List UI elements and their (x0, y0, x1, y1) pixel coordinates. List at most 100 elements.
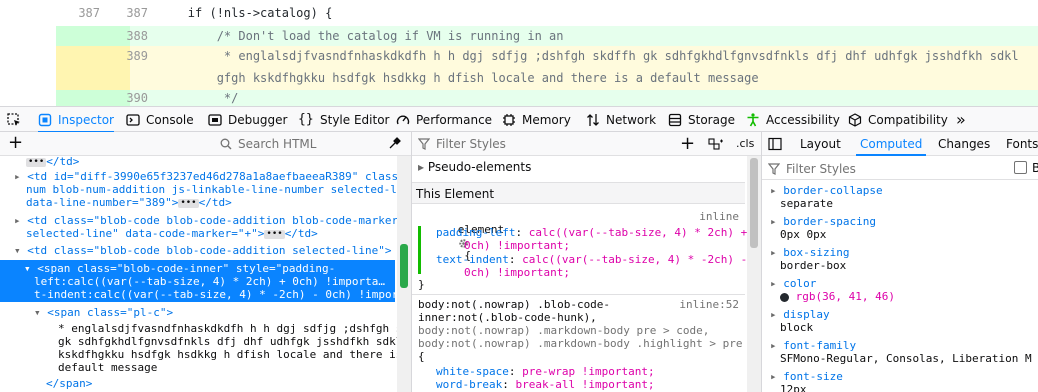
markup-node-selected[interactable]: ▾ <span class="blob-code-inner" style="p… (24, 262, 411, 275)
markup-node-wrap: data-line-number="389"> ••• </td> (26, 196, 232, 209)
diff-view: 387 387 if (!nls->catalog) { 388 /* Don'… (0, 0, 1038, 106)
toggle-pseudo-classes-icon[interactable] (708, 137, 724, 154)
sidebar-tabs: Layout Computed Changes Fonts (762, 132, 1038, 156)
rule-selector: inner:not(.blob-code-hunk), (418, 311, 597, 324)
tab-label: Accessibility (766, 112, 840, 127)
markup-node-wrap: selected-line" data-code-marker="+"> ••• <… (26, 227, 318, 240)
tab-label: Performance (416, 112, 493, 127)
code-line: if (!nls->catalog) { (130, 6, 333, 20)
filter-styles-input[interactable]: Filter Styles (768, 162, 856, 176)
network-arrows-icon (587, 113, 599, 126)
computed-panel: Layout Computed Changes Fonts Filter Sty… (762, 132, 1038, 392)
computed-prop[interactable]: ▸ border-spacing (770, 215, 876, 228)
tab-inspector[interactable]: Inspector (38, 107, 114, 133)
markup-node[interactable]: </span> (46, 377, 411, 390)
tab-memory[interactable]: Memory (502, 107, 571, 132)
scrollbar-thumb[interactable] (400, 244, 408, 288)
declaration[interactable]: word-break: break-all !important; (436, 378, 655, 391)
scrollbar-thumb[interactable] (750, 158, 758, 248)
markup-node[interactable]: ••• </td> (26, 155, 411, 168)
search-html-input[interactable]: Search HTML (220, 137, 316, 151)
collapsed-ellipsis[interactable]: ••• (178, 198, 199, 208)
more-tools-chevron-icon[interactable]: » (956, 107, 966, 132)
rules-scrollbar[interactable] (747, 156, 761, 392)
tab-compatibility[interactable]: Compatibility (848, 107, 948, 132)
tab-debugger[interactable]: Debugger (208, 107, 287, 132)
markup-node-wrap: num blob-num-addition js-linkable-line-n… (26, 183, 412, 196)
filter-icon (418, 138, 430, 150)
code-line: */ (130, 91, 239, 105)
tab-label: Console (146, 112, 194, 127)
tab-network[interactable]: Network (586, 107, 656, 132)
text-node-wrap: kskdfhgkku hsdfgk hsdkkg h dfish locale … (58, 348, 412, 361)
markup-scrollbar[interactable] (397, 156, 411, 392)
rule-source[interactable]: inline (699, 210, 739, 223)
browser-styles-checkbox[interactable] (1014, 161, 1027, 174)
tab-layout[interactable]: Layout (800, 132, 841, 156)
declaration[interactable]: text-indent: calc((var(--tab-size, 4) * … (436, 253, 747, 266)
inspector-icon (38, 113, 52, 126)
tab-computed[interactable]: Computed (855, 132, 927, 156)
console-icon (126, 113, 140, 126)
old-line-number[interactable]: 387 (48, 0, 100, 26)
computed-prop[interactable]: ▸ border-collapse (770, 184, 883, 197)
tab-label: Network (606, 112, 657, 127)
computed-value: 12px (780, 383, 807, 392)
pick-element-icon[interactable] (6, 107, 22, 132)
markup-node-wrap: t-indent:calc((var(--tab-size, 4) * -2ch… (34, 288, 412, 301)
gauge-icon (396, 115, 410, 124)
browser-styles-label: B (1032, 161, 1038, 175)
tab-storage[interactable]: Storage (668, 107, 735, 132)
tab-console[interactable]: Console (126, 107, 194, 132)
collapsed-ellipsis[interactable]: ••• (26, 157, 47, 167)
cls-toggle[interactable]: .cls (736, 137, 754, 150)
color-swatch[interactable] (780, 292, 789, 302)
declaration-wrap: 0ch) !important; (464, 266, 570, 279)
markup-node[interactable]: ▾ <span class="pl-c"> (34, 306, 411, 319)
tab-style-editor[interactable]: {} Style Editor (298, 107, 389, 132)
rule-source[interactable]: inline:52 (679, 298, 739, 311)
computed-prop[interactable]: ▸ display (770, 308, 830, 321)
text-node-wrap: default message (58, 361, 158, 374)
eyedropper-icon[interactable] (388, 136, 402, 153)
pseudo-elements-toggle[interactable]: ▸ Pseudo-elements (418, 160, 761, 180)
toggle-sidebar-icon[interactable] (768, 137, 782, 154)
computed-prop[interactable]: ▸ font-family (770, 339, 856, 352)
tab-accessibility[interactable]: Accessibility (746, 107, 840, 132)
filter-icon (768, 163, 780, 175)
code-line: * englalsdjfvasndfnhaskdkdfh h h dgj sdf… (130, 49, 1019, 63)
markup-node[interactable]: ▾ <td class="blob-code blob-code-additio… (14, 244, 411, 257)
declaration[interactable]: white-space: pre-wrap !important; (436, 365, 655, 378)
rule-selector: body:not(.nowrap) .markdown-body pre > c… (418, 324, 710, 337)
declaration-wrap: 0ch) !important; (464, 239, 570, 252)
markup-node[interactable]: ▸ <td class="blob-code blob-code-additio… (14, 214, 411, 227)
tab-changes[interactable]: Changes (938, 132, 990, 156)
tab-performance[interactable]: Performance (396, 107, 492, 132)
code-line: /* Don't load the catalog if VM is runni… (130, 29, 564, 43)
computed-prop[interactable]: ▸ box-sizing (770, 246, 849, 259)
computed-value: 0px 0px (780, 228, 827, 241)
computed-filter-bar: Filter Styles B (762, 156, 1038, 180)
braces-icon: {} (298, 111, 314, 127)
storage-icon (668, 113, 682, 126)
this-element-header: This Element (412, 182, 745, 204)
computed-value: SFMono-Regular, Consolas, Liberation Mon… (780, 352, 1032, 365)
declaration[interactable]: padding-left: calc((var(--tab-size, 4) *… (436, 226, 747, 239)
tab-label: Inspector (58, 112, 114, 127)
filter-styles-input[interactable]: Filter Styles (418, 137, 506, 151)
tab-fonts[interactable]: Fonts (1006, 132, 1038, 156)
tab-label: Debugger (228, 112, 288, 127)
add-node-plus-icon[interactable]: + (8, 134, 23, 152)
rule-open-brace: { (418, 350, 425, 363)
text-node-wrap: gk sdhfgkhdlfgnvsdfnkls dfj dhf udhfgk j… (58, 335, 412, 348)
markup-node[interactable]: ▸ <td id="diff-3990e65f3237ed46d278a1a8a… (14, 170, 411, 183)
diff-line-389: 389 * englalsdjfvasndfnhaskdkdfh h h dgj… (0, 46, 1038, 90)
collapsed-ellipsis[interactable]: ••• (264, 229, 285, 239)
computed-prop[interactable]: ▸ color (770, 277, 816, 290)
add-rule-plus-icon[interactable]: + (680, 133, 695, 154)
text-node[interactable]: * englalsdjfvasndfnhaskdkdfh h h dgj sdf… (58, 322, 411, 335)
tab-label: Storage (688, 112, 735, 127)
rule-selector[interactable]: body:not(.nowrap) .blob-code- (418, 298, 610, 311)
computed-prop[interactable]: ▸ font-size (770, 370, 843, 383)
computed-value: block (780, 321, 814, 334)
